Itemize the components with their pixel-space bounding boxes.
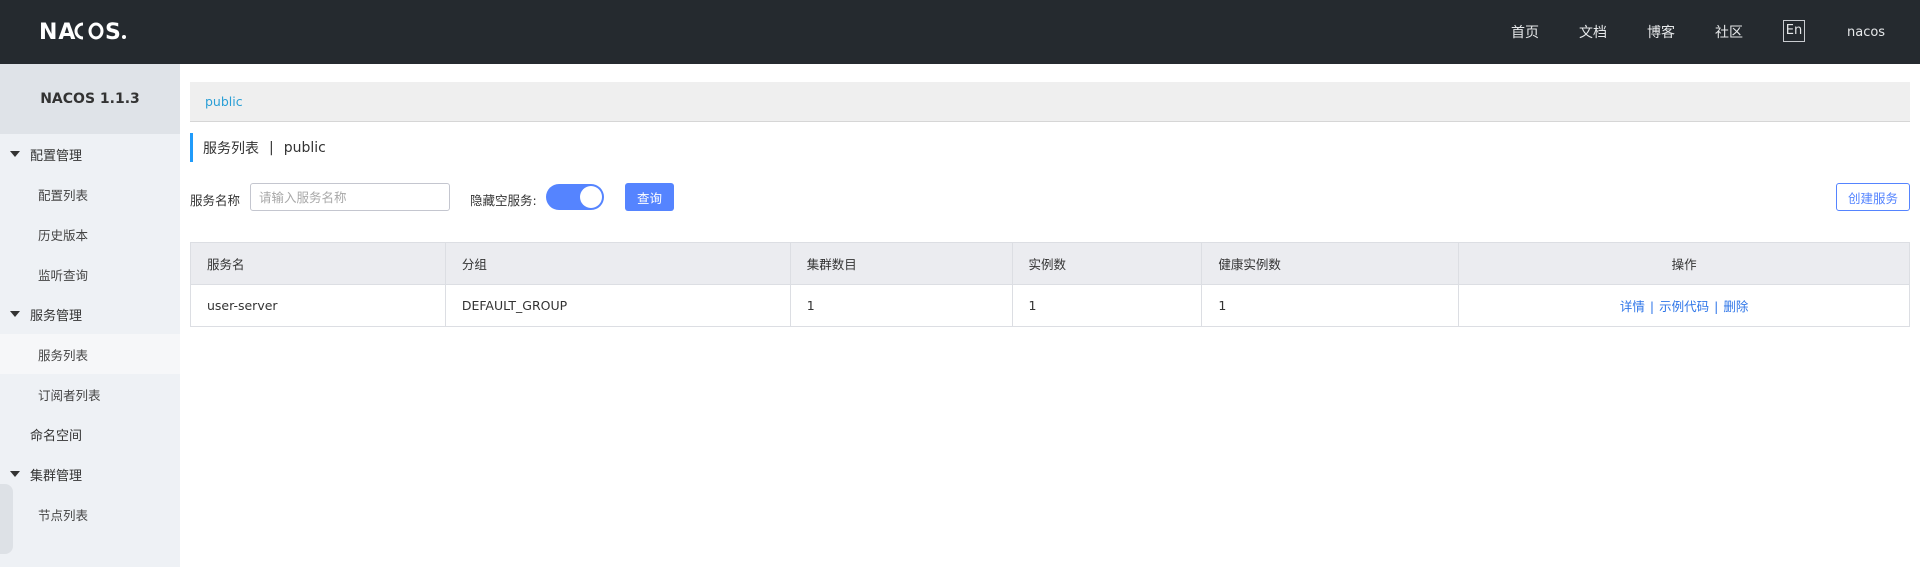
column-header-healthy-count: 健康实例数 [1201, 242, 1460, 285]
cell-instance-count: 1 [1011, 284, 1203, 327]
toggle-knob [580, 186, 602, 208]
sidebar-group-label: 服务管理 [30, 308, 83, 324]
version-label: NACOS 1.1.3 [0, 64, 180, 134]
page-title-namespace: public [283, 139, 326, 156]
sidebar-group-config[interactable]: 配置管理 [0, 134, 180, 174]
table-row: user-server DEFAULT_GROUP 1 1 1 详情 | 示例代码 |… [190, 284, 1910, 327]
sidebar-group-cluster[interactable]: 集群管理 [0, 454, 180, 494]
column-header-cluster-count: 集群数目 [789, 242, 1013, 285]
caret-down-icon [10, 311, 20, 317]
title-separator: | [269, 139, 274, 156]
cell-actions: 详情 | 示例代码 | 删除 [1458, 284, 1910, 327]
create-service-button[interactable]: 创建服务 [1836, 183, 1910, 211]
svg-text:S: S [105, 20, 121, 45]
nav-blog-label[interactable]: 博客 [1647, 22, 1675, 42]
sidebar-item-listener-query[interactable]: 监听查询 [0, 254, 180, 294]
column-header-group: 分组 [444, 242, 791, 285]
cell-healthy-count: 1 [1201, 284, 1460, 327]
sidebar-collapse-handle[interactable] [0, 484, 13, 554]
page-title-text: 服务列表 [203, 140, 259, 157]
caret-down-icon [10, 471, 20, 477]
column-header-instance-count: 实例数 [1011, 242, 1203, 285]
sidebar-group-label: 命名空间 [30, 428, 83, 444]
nav-docs[interactable]: 文档 [1579, 0, 1607, 64]
column-header-actions: 操作 [1458, 242, 1910, 285]
nav-docs-label[interactable]: 文档 [1579, 22, 1607, 42]
top-header: NA S 首页 文档 博客 社区 En nacos [0, 0, 1920, 64]
nav-community[interactable]: 社区 [1715, 0, 1743, 64]
service-name-label: 服务名称 [190, 193, 241, 208]
query-button[interactable]: 查询 [625, 183, 674, 211]
sidebar: NACOS 1.1.3 配置管理 配置列表 历史版本 监听查询 服务管理 服务列… [0, 64, 180, 567]
nav-home-label[interactable]: 首页 [1511, 22, 1539, 42]
sample-code-link[interactable]: 示例代码 [1659, 299, 1709, 314]
svg-text:NA: NA [39, 20, 76, 45]
table-header-row: 服务名 分组 集群数目 实例数 健康实例数 操作 [190, 242, 1910, 285]
sidebar-item-history[interactable]: 历史版本 [0, 214, 180, 254]
sidebar-item-config-list[interactable]: 配置列表 [0, 174, 180, 214]
nav-home[interactable]: 首页 [1511, 0, 1539, 64]
hide-empty-label: 隐藏空服务: [470, 193, 537, 208]
nav-community-label[interactable]: 社区 [1715, 22, 1743, 42]
action-separator: | [1714, 299, 1719, 314]
cell-cluster-count: 1 [789, 284, 1013, 327]
namespace-link[interactable]: public [205, 94, 243, 109]
sidebar-item-subscriber-list[interactable]: 订阅者列表 [0, 374, 180, 414]
sidebar-group-label: 集群管理 [30, 468, 83, 484]
language-switch-button[interactable]: En [1783, 20, 1805, 42]
sidebar-group-service[interactable]: 服务管理 [0, 294, 180, 334]
caret-down-icon [10, 151, 20, 157]
sidebar-item-namespace[interactable]: 命名空间 [0, 414, 180, 454]
service-name-input[interactable] [250, 183, 450, 211]
cell-group: DEFAULT_GROUP [444, 284, 791, 327]
action-separator: | [1649, 299, 1655, 314]
sidebar-group-label: 配置管理 [30, 148, 83, 164]
column-header-service-name: 服务名 [190, 242, 446, 285]
nav-blog[interactable]: 博客 [1647, 0, 1675, 64]
service-table: 服务名 分组 集群数目 实例数 健康实例数 操作 user-server DEF… [190, 242, 1910, 327]
page-title: 服务列表 | public [190, 133, 326, 162]
delete-link[interactable]: 删除 [1723, 299, 1748, 314]
hide-empty-toggle[interactable] [546, 184, 604, 210]
detail-link[interactable]: 详情 [1620, 299, 1645, 314]
nacos-logo[interactable]: NA S [39, 16, 139, 46]
cell-service-name: user-server [190, 284, 446, 327]
namespace-breadcrumb: public [190, 82, 1910, 122]
user-menu[interactable]: nacos [1847, 0, 1885, 64]
sidebar-item-service-list[interactable]: 服务列表 [0, 334, 180, 374]
sidebar-item-node-list[interactable]: 节点列表 [0, 494, 180, 534]
